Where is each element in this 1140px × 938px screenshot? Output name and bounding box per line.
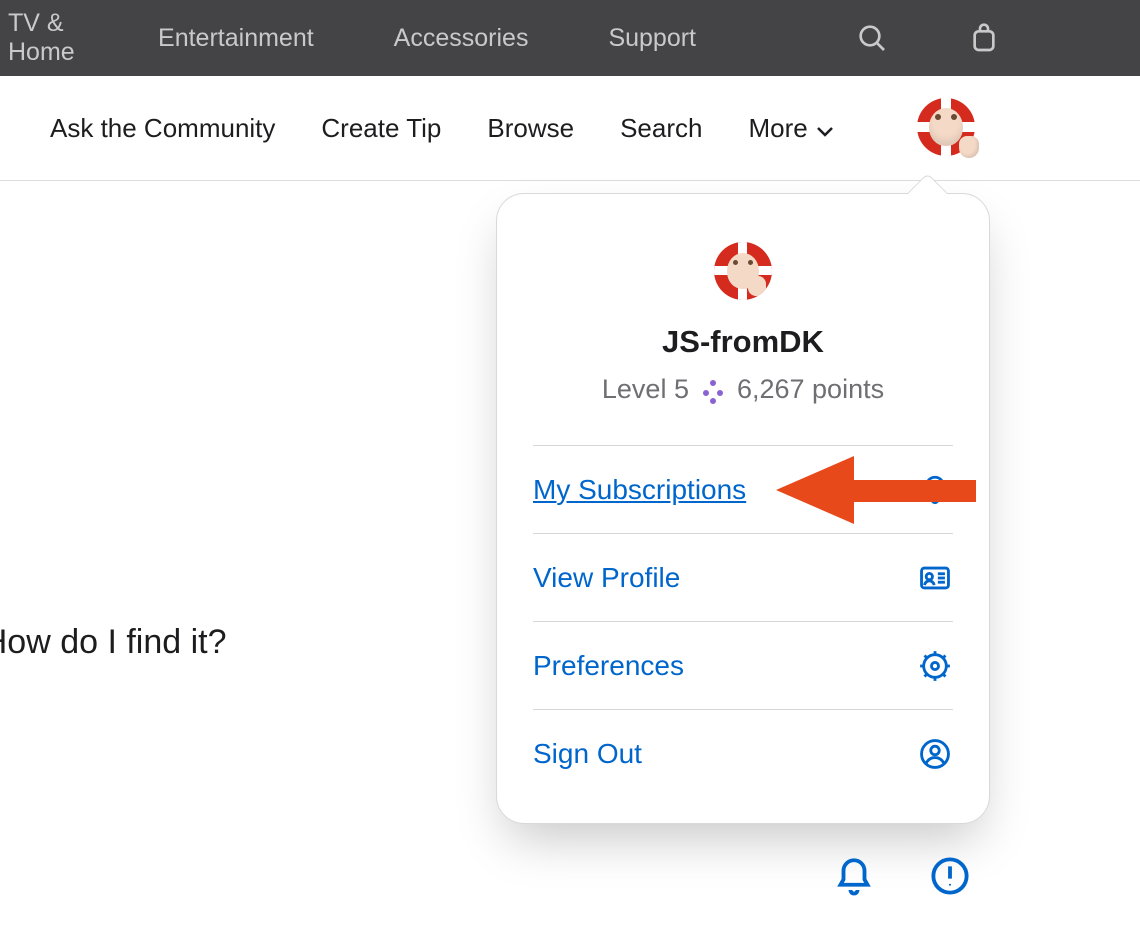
subnav-more-label: More xyxy=(748,113,807,144)
user-circle-icon xyxy=(917,736,953,772)
nav-item-entertainment[interactable]: Entertainment xyxy=(158,24,314,53)
chevron-down-icon xyxy=(816,113,834,144)
nav-item-tv-home[interactable]: TV & Home xyxy=(8,9,78,67)
thread-action-icons xyxy=(832,854,972,898)
profile-avatar-button[interactable] xyxy=(917,98,975,156)
menu-sign-out[interactable]: Sign Out xyxy=(533,709,953,797)
page-subtitle: eply. How do I find it? xyxy=(0,623,227,662)
bell-icon xyxy=(917,472,953,508)
subnav-browse[interactable]: Browse xyxy=(487,113,574,144)
community-sub-nav: Ask the Community Create Tip Browse Sear… xyxy=(0,76,1140,181)
subnav-search[interactable]: Search xyxy=(620,113,702,144)
menu-my-subscriptions[interactable]: My Subscriptions xyxy=(533,445,953,533)
menu-preferences[interactable]: Preferences xyxy=(533,621,953,709)
content-area: ty eply. How do I find it? JS-fromDK Lev… xyxy=(0,181,1140,938)
profile-dropdown: JS-fromDK Level 5 6,267 points My Subscr… xyxy=(496,193,990,824)
profile-menu: My Subscriptions View Profile Preference… xyxy=(533,445,953,797)
global-nav: TV & Home Entertainment Accessories Supp… xyxy=(0,0,1140,76)
subnav-create-tip[interactable]: Create Tip xyxy=(321,113,441,144)
menu-view-profile-label: View Profile xyxy=(533,562,680,594)
subscribe-bell-icon[interactable] xyxy=(832,854,876,898)
menu-my-subscriptions-label: My Subscriptions xyxy=(533,474,746,506)
subnav-more-button[interactable]: More xyxy=(748,113,833,144)
profile-dropdown-avatar xyxy=(714,242,772,300)
subnav-ask-community[interactable]: Ask the Community xyxy=(50,113,275,144)
level-dots-icon xyxy=(701,378,725,402)
shopping-bag-icon[interactable] xyxy=(968,20,1000,56)
profile-points-label: 6,267 points xyxy=(737,374,884,405)
profile-username: JS-fromDK xyxy=(497,324,989,360)
menu-preferences-label: Preferences xyxy=(533,650,684,682)
id-card-icon xyxy=(917,560,953,596)
gear-icon xyxy=(917,648,953,684)
nav-item-support[interactable]: Support xyxy=(608,24,696,53)
report-alert-icon[interactable] xyxy=(928,854,972,898)
profile-level-line: Level 5 6,267 points xyxy=(497,374,989,405)
menu-sign-out-label: Sign Out xyxy=(533,738,642,770)
nav-item-accessories[interactable]: Accessories xyxy=(394,24,529,53)
search-icon[interactable] xyxy=(856,20,888,56)
profile-level-label: Level 5 xyxy=(602,374,689,405)
menu-view-profile[interactable]: View Profile xyxy=(533,533,953,621)
